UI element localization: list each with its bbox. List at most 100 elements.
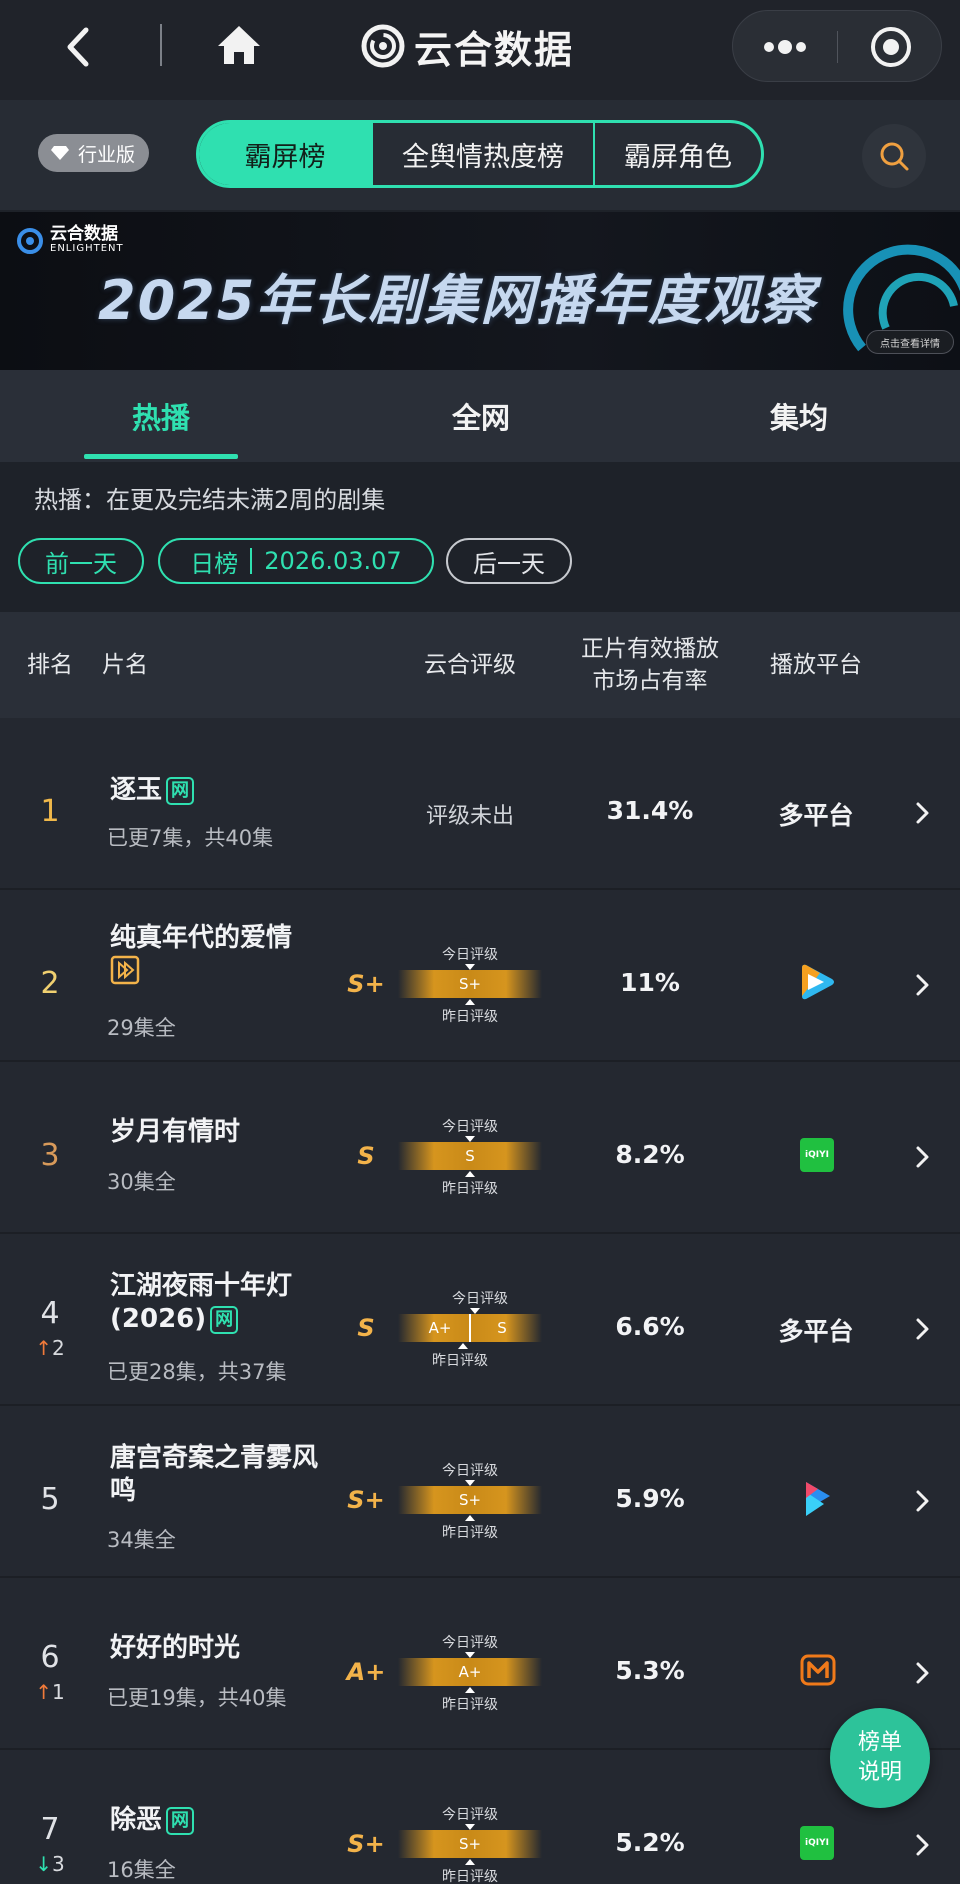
row-share: 5.9% (615, 1484, 685, 1513)
row-rank: 3 (40, 1138, 60, 1173)
tab-per-episode[interactable]: 集均 (722, 370, 876, 462)
tab-all-network[interactable]: 全网 (404, 370, 558, 462)
row-grade: A+ (346, 1658, 386, 1686)
table-row[interactable]: 3 岁月有情时 30集全 S 今日评级 S 昨日评级 8.2% iQIYI (0, 1062, 960, 1234)
chevron-right-icon (916, 1146, 929, 1168)
row-title: 唐宫奇案之青雾风鸣 (110, 1443, 319, 1506)
filter-bar: 行业版 霸屏榜 全舆情热度榜 霸屏角色 (0, 100, 960, 210)
segment-screen-board[interactable]: 霸屏榜 (199, 123, 371, 185)
row-episodes: 已更19集，共40集 (107, 1686, 287, 1710)
rating-pointer-bottom (458, 1343, 468, 1349)
back-chevron-icon[interactable] (58, 22, 102, 72)
board-segmented-control: 霸屏榜 全舆情热度榜 霸屏角色 (196, 120, 764, 188)
network-badge: 网 (210, 1306, 239, 1334)
row-platform-multi: 多平台 (778, 1317, 854, 1346)
tab-hot[interactable]: 热播 (84, 370, 238, 462)
prev-day-button[interactable]: 前一天 (18, 538, 144, 584)
rating-bar: S+ (398, 1830, 542, 1858)
row-share: 8.2% (615, 1140, 685, 1169)
row-grade: S+ (347, 970, 385, 998)
rating-today-value: S (465, 1147, 475, 1165)
row-episodes: 16集全 (107, 1858, 176, 1882)
rating-yesterday-label: 昨日评级 (442, 1697, 498, 1713)
chevron-right-icon (916, 1834, 929, 1856)
rank-change: ↑1 (20, 1680, 80, 1704)
segment-sentiment-board[interactable]: 全舆情热度榜 (371, 123, 593, 185)
capsule-divider (837, 31, 838, 63)
arrow-up-icon: ↑ (35, 1336, 53, 1360)
segment-screen-roles[interactable]: 霸屏角色 (593, 123, 761, 185)
tab-underline (84, 454, 238, 459)
table-header: 排名 片名 云合评级 正片有效播放 市场占有率 播放平台 (0, 612, 960, 718)
row-grade: S (357, 1142, 375, 1170)
tencent-video-icon (802, 964, 834, 1000)
date-selector[interactable]: 日榜 2026.03.07 (158, 538, 434, 584)
rating-gauge: 今日评级 A+ S 昨日评级 (398, 1288, 542, 1369)
table-row[interactable]: 7 ↓3 除恶网 16集全 S+ 今日评级 S+ 昨日评级 5.2% iQIYI (0, 1750, 960, 1884)
more-dots-icon[interactable] (733, 11, 837, 83)
banner-logo-icon (17, 227, 43, 254)
rating-bar: S (398, 1142, 542, 1170)
rating-today-value: S+ (458, 1491, 482, 1509)
youku-icon (806, 1482, 830, 1516)
banner-detail-button[interactable]: 点击查看详情 (866, 330, 954, 354)
home-icon[interactable] (214, 20, 264, 70)
edition-badge[interactable]: 行业版 (38, 134, 150, 172)
rating-pointer-bottom (465, 1171, 475, 1177)
rating-yesterday-label: 昨日评级 (442, 1525, 498, 1541)
rating-divider (469, 1314, 471, 1342)
row-share: 5.3% (615, 1656, 685, 1685)
col-rating: 云合评级 (424, 652, 516, 678)
row-title: 好好的时光 (110, 1633, 241, 1663)
banner-title: 2025年长剧集网播年度观察 (98, 269, 817, 332)
row-title-text: 除恶 (110, 1805, 163, 1835)
chart-info-button[interactable]: 榜单 说明 (830, 1708, 930, 1808)
search-icon (880, 142, 909, 171)
chart-description: 热播：在更及完结未满2周的剧集 (34, 486, 386, 514)
row-grade: S+ (347, 1486, 385, 1514)
table-row[interactable]: 6 ↑1 好好的时光 已更19集，共40集 A+ 今日评级 A+ 昨日评级 5.… (0, 1578, 960, 1750)
rating-yesterday-label: 昨日评级 (442, 1181, 498, 1197)
chevron-right-icon (916, 1662, 929, 1684)
row-rank: 5 (40, 1482, 60, 1517)
target-circle-icon[interactable] (839, 11, 943, 83)
date-divider (250, 548, 253, 574)
chart-type-label: 日榜 (190, 549, 239, 578)
col-share-line1: 正片有效播放 (581, 636, 719, 662)
row-title: 岁月有情时 (110, 1117, 241, 1147)
chart-info-line1: 榜单 (857, 1730, 902, 1755)
col-share-line2: 市场占有率 (592, 668, 708, 694)
rating-gauge: 今日评级 S+ 昨日评级 (398, 944, 542, 1025)
row-rank: 4 (40, 1296, 60, 1331)
mango-tv-icon (800, 1654, 836, 1686)
rating-today-label: 今日评级 (442, 1635, 498, 1651)
table-row[interactable]: 4 ↑2 江湖夜雨十年灯(2026) 网 已更28集，共37集 S 今日评级 A+… (0, 1234, 960, 1406)
row-episodes: 29集全 (107, 1016, 176, 1040)
rating-gauge: 今日评级 S+ 昨日评级 (398, 1460, 542, 1541)
app-title: 云合数据 (414, 27, 575, 72)
row-title-text: 逐玉 (110, 775, 163, 805)
rating-today-value: A+ (458, 1663, 482, 1681)
row-share: 11% (620, 968, 680, 997)
table-row[interactable]: 5 唐宫奇案之青雾风鸣 34集全 S+ 今日评级 S+ 昨日评级 5.9% (0, 1406, 960, 1578)
row-rank: 7 (40, 1812, 60, 1847)
next-day-button[interactable]: 后一天 (446, 538, 572, 584)
rating-today-value: S+ (458, 975, 482, 993)
row-grade: S+ (347, 1830, 385, 1858)
app-logo: 云合数据 (360, 18, 574, 74)
table-row[interactable]: 2 纯真年代的爱情 29集全 S+ 今日评级 S+ 昨日评级 11% (0, 890, 960, 1062)
row-grade: S (357, 1314, 375, 1342)
row-episodes: 30集全 (107, 1170, 176, 1194)
row-share: 5.2% (615, 1828, 685, 1857)
row-share: 31.4% (606, 796, 694, 825)
chart-info-line2: 说明 (857, 1760, 902, 1785)
rank-change-value: 1 (52, 1680, 65, 1704)
network-badge: 网 (166, 777, 195, 805)
network-badge: 网 (166, 1807, 195, 1835)
banner-logo-en: ENLIGHTENT (50, 243, 124, 254)
rating-yesterday-label: 昨日评级 (442, 1009, 498, 1025)
rating-gauge: 今日评级 S+ 昨日评级 (398, 1804, 542, 1884)
search-button[interactable] (862, 124, 926, 188)
table-row[interactable]: 1 逐玉网 已更7集，共40集 评级未出 31.4% 多平台 (0, 718, 960, 890)
promo-banner[interactable]: 云合数据 ENLIGHTENT 2025年长剧集网播年度观察 点击查看详情 (0, 212, 960, 370)
